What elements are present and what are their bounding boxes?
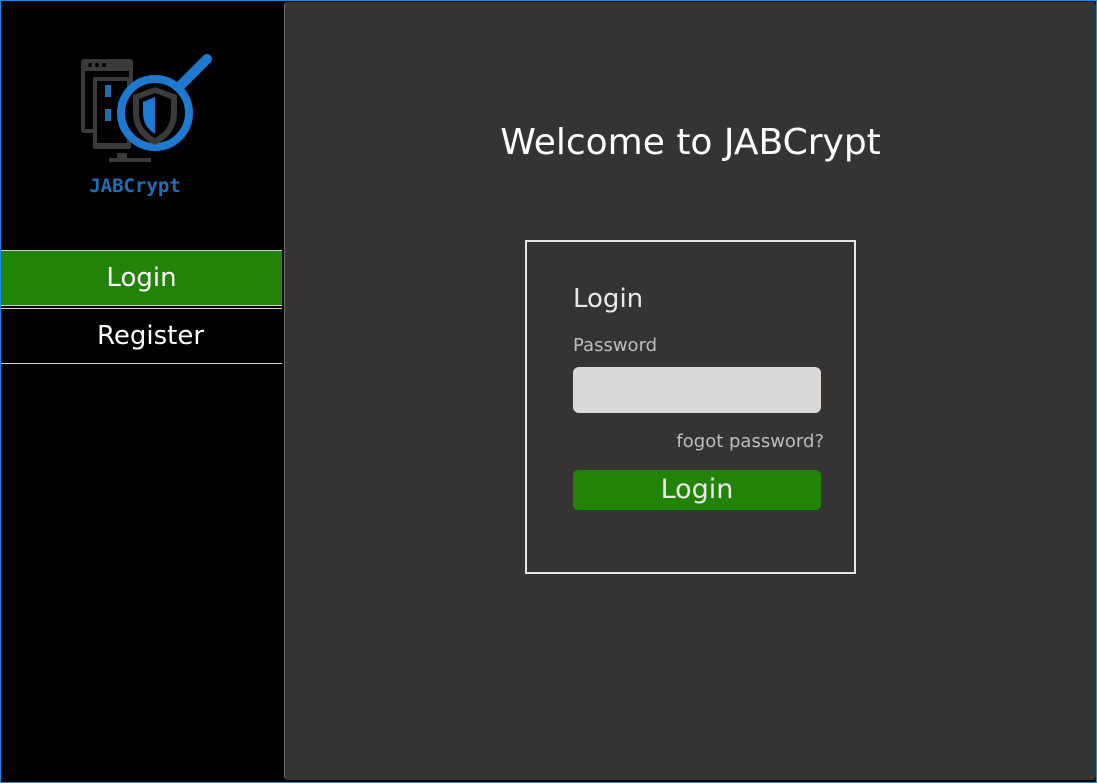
login-form: Login Password fogot password? Login bbox=[525, 240, 856, 574]
sidebar-item-login[interactable]: Login bbox=[1, 250, 282, 306]
password-field[interactable] bbox=[573, 367, 821, 413]
sidebar: JABCrypt Login Register bbox=[1, 1, 283, 782]
logo-text: JABCrypt bbox=[89, 175, 181, 197]
forgot-password-link[interactable]: fogot password? bbox=[676, 431, 824, 452]
app-window: JABCrypt Login Register Welcome to JABCr… bbox=[0, 0, 1097, 783]
sidebar-item-label: Register bbox=[96, 321, 205, 351]
password-label: Password bbox=[573, 335, 658, 356]
sidebar-item-label: Login bbox=[106, 263, 177, 293]
app-logo: JABCrypt bbox=[69, 51, 219, 201]
main-panel: Welcome to JABCrypt Login Password fogot… bbox=[284, 2, 1096, 780]
page-title: Welcome to JABCrypt bbox=[500, 122, 881, 163]
form-title: Login bbox=[573, 284, 644, 314]
login-button[interactable]: Login bbox=[573, 470, 821, 510]
logo-icon bbox=[81, 54, 212, 162]
sidebar-item-register[interactable]: Register bbox=[1, 308, 282, 364]
